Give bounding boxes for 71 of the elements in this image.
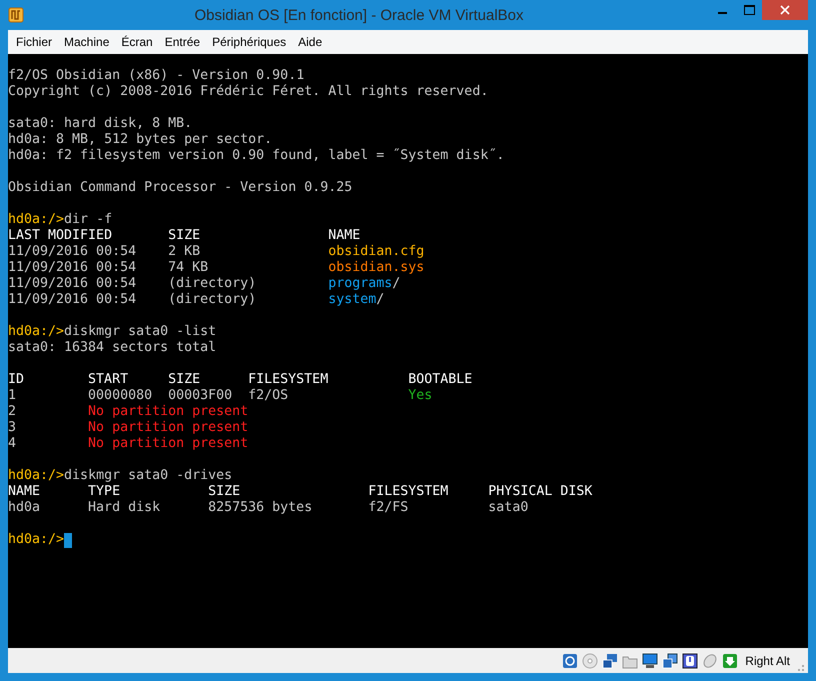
console-text: sata0: hard disk, 8 MB. [8,116,192,132]
console-text: sata0: 16384 sectors total [8,340,216,356]
menu-item[interactable]: Écran [115,35,159,49]
column-header: BOOTABLE [408,372,472,387]
name-cell: hd0a [8,500,40,515]
file-name: obsidian.cfg [328,244,424,259]
column-header: NAME [328,228,360,243]
modified-cell: 11/09/2016 00:54 [8,276,136,291]
column-header: LAST MODIFIED [8,228,112,243]
size-cell: (directory) [168,292,256,307]
filesystem-cell: f2/OS [248,388,288,403]
size-cell: 74 KB [168,260,208,275]
menu-item[interactable]: Périphériques [206,35,292,49]
command-text: dir -f [64,212,112,228]
console-text: hd0a: f2 filesystem version 0.90 found, label = ˝System disk˝. [8,148,504,164]
prompt-text: hd0a:/> [8,324,64,340]
prompt-text: hd0a:/> [8,468,64,484]
modified-cell: 11/09/2016 00:54 [8,260,136,275]
console-text: f2/OS Obsidian (x86) - Version 0.90.1 [8,68,304,84]
file-name: obsidian.sys [328,260,424,275]
path-separator: / [392,276,400,291]
filesystem-cell: f2/FS [368,500,408,515]
size-cell: (directory) [168,276,256,291]
bootable-cell: Yes [408,388,432,403]
column-header: SIZE [168,228,200,243]
menu-item[interactable]: Entrée [158,35,206,49]
modified-cell: 11/09/2016 00:54 [8,292,136,307]
file-name: system [328,292,376,307]
menu-item[interactable]: Machine [58,35,116,49]
column-header: START [88,372,128,387]
partition-status: No partition present [88,436,248,451]
modified-cell: 11/09/2016 00:54 [8,244,136,259]
path-separator: / [376,292,384,307]
partition-status: No partition present [88,420,248,435]
id-cell: 3 [8,420,16,435]
disk-cell: sata0 [488,500,528,515]
command-text: diskmgr sata0 -drives [64,468,232,484]
type-cell: Hard disk [88,500,160,515]
column-header: FILESYSTEM [248,372,328,387]
column-header: NAME [8,484,40,499]
maximize-icon[interactable] [744,5,754,15]
console-text: Copyright (c) 2008-2016 Frédéric Féret. All rights reserved. [8,84,488,100]
column-header: SIZE [168,372,200,387]
start-cell: 00000080 [88,388,152,403]
id-cell: 4 [8,436,16,451]
host-key-label: Right Alt [745,654,790,668]
prompt-text: hd0a:/> [8,212,64,228]
file-name: programs [328,276,392,291]
column-header: SIZE [208,484,240,499]
size-cell: 00003F00 [168,388,232,403]
window-title: Obsidian OS [En fonction] - Oracle VM VirtualBox [193,6,525,24]
console-text: hd0a: 8 MB, 512 bytes per sector. [8,132,272,148]
size-cell: 8257536 bytes [208,500,312,515]
arrow-down-icon[interactable] [722,652,738,668]
menu-item[interactable]: Aide [292,35,328,49]
size-cell: 2 KB [168,244,200,259]
id-cell: 2 [8,404,16,419]
partition-status: No partition present [88,404,248,419]
column-header: TYPE [88,484,120,499]
monitor-icon[interactable] [642,652,658,668]
column-header: ID [8,372,24,387]
prompt-text: hd0a:/> [8,532,64,548]
menu-item[interactable]: Fichier [10,35,58,49]
close-icon[interactable] [780,5,790,15]
overlapping-windows-icon[interactable] [662,652,678,668]
command-text: diskmgr sata0 -list [64,324,216,340]
console-text: Obsidian Command Processor - Version 0.9.25 [8,180,352,196]
column-header: FILESYSTEM [368,484,448,499]
app-icon [8,7,24,23]
column-header: PHYSICAL DISK [488,484,592,499]
id-cell: 1 [8,388,16,403]
